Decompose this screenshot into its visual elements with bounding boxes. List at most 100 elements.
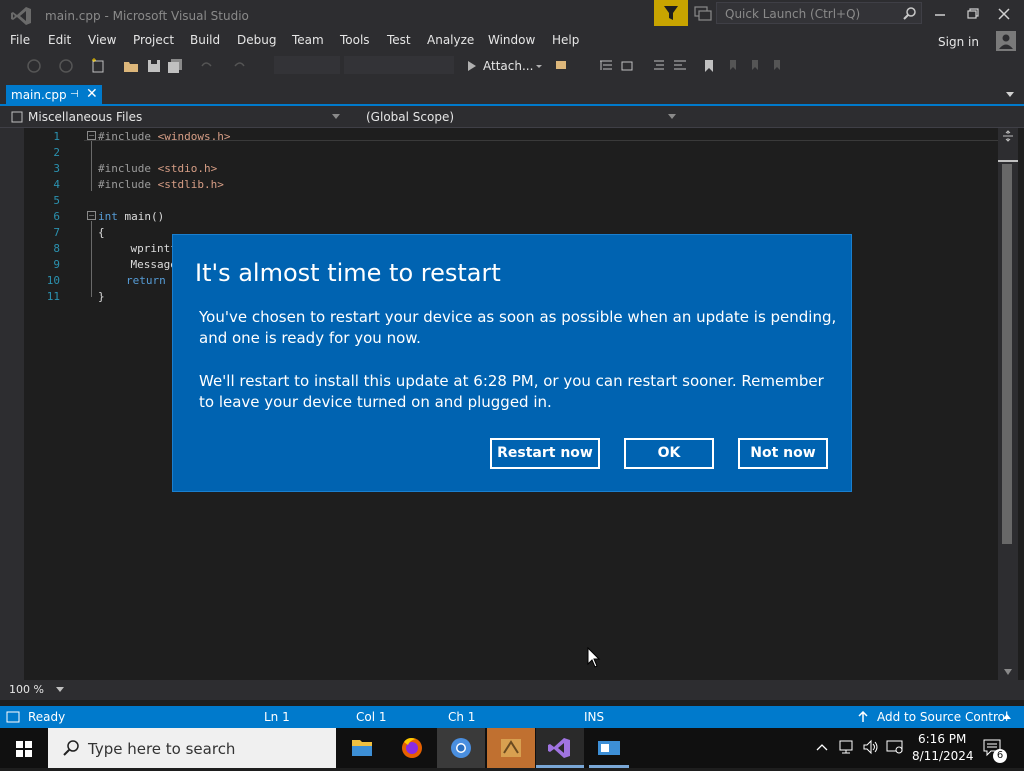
clock-time[interactable]: 6:16 PM <box>918 732 966 746</box>
menu-help[interactable]: Help <box>552 33 579 47</box>
visual-studio-taskbar-icon[interactable] <box>536 728 584 768</box>
browser-link-icon[interactable] <box>554 58 570 74</box>
close-icon[interactable] <box>990 4 1018 24</box>
menu-project[interactable]: Project <box>133 33 174 47</box>
scope-dropdown[interactable]: (Global Scope) <box>358 108 682 126</box>
chevron-up-icon[interactable] <box>816 742 828 752</box>
chevron-down-icon[interactable] <box>1005 90 1015 98</box>
firefox-icon[interactable] <box>388 728 436 768</box>
outdent-icon[interactable] <box>672 58 688 74</box>
line-number: 8 <box>53 242 60 255</box>
attach-button[interactable]: Attach... <box>483 59 533 73</box>
code-token: #include <box>98 178 158 191</box>
back-icon[interactable] <box>26 58 42 74</box>
output-icon[interactable] <box>6 711 20 723</box>
window-app-icon[interactable] <box>585 728 633 768</box>
windows-start-icon[interactable] <box>0 728 48 768</box>
ok-button[interactable]: OK <box>624 438 714 469</box>
undo-icon[interactable] <box>198 58 214 74</box>
window-title: main.cpp - Microsoft Visual Studio <box>45 9 249 23</box>
tab-main-cpp[interactable]: main.cpp ⊣ ✕ <box>6 85 102 106</box>
minimize-icon[interactable] <box>926 4 954 24</box>
redo-icon[interactable] <box>232 58 248 74</box>
quick-launch-placeholder: Quick Launch (Ctrl+Q) <box>725 7 861 21</box>
code-line: #include <stdlib.h> <box>98 178 224 191</box>
notification-badge: 6 <box>993 749 1007 763</box>
forward-icon[interactable] <box>58 58 74 74</box>
not-now-button[interactable]: Not now <box>738 438 828 469</box>
bookmark-icon[interactable] <box>701 58 717 74</box>
menu-bar: File Edit View Project Build Debug Team … <box>0 30 1024 52</box>
menu-team[interactable]: Team <box>292 33 324 47</box>
fold-toggle-icon[interactable]: − <box>87 131 96 140</box>
chevron-down-icon[interactable] <box>531 58 547 74</box>
restart-now-button[interactable]: Restart now <box>490 438 600 469</box>
code-line: #include <windows.h> <box>98 130 230 143</box>
taskbar-search-box[interactable]: Type here to search <box>48 728 336 768</box>
tab-label: main.cpp <box>11 88 67 102</box>
menu-test[interactable]: Test <box>387 33 411 47</box>
add-to-source-control-button[interactable]: Add to Source Control <box>877 710 1008 724</box>
app-icon[interactable] <box>487 728 535 768</box>
save-all-icon[interactable] <box>167 58 183 74</box>
restart-dialog: It's almost time to restart You've chose… <box>172 234 852 492</box>
feedback-icon[interactable] <box>694 6 712 22</box>
volume-icon[interactable] <box>862 739 880 755</box>
restore-icon[interactable] <box>959 4 987 24</box>
display-icon[interactable] <box>886 739 904 755</box>
scroll-down-icon[interactable] <box>1003 668 1013 676</box>
status-bar: Ready Ln 1 Col 1 Ch 1 INS Add to Source … <box>0 706 1024 728</box>
taskbar: Type here to search 6:16 PM 8/11/2024 6 <box>0 728 1024 768</box>
notification-filter-icon[interactable] <box>654 0 688 26</box>
scrollbar-marker <box>998 160 1018 162</box>
network-icon[interactable] <box>838 739 856 755</box>
open-file-icon[interactable] <box>123 58 139 74</box>
chrome-icon[interactable] <box>437 728 485 768</box>
code-token: #include <box>98 130 158 143</box>
clear-bookmarks-icon[interactable] <box>770 58 786 74</box>
scrollbar-thumb[interactable] <box>1002 164 1012 544</box>
zoom-level[interactable]: 100 % <box>9 683 44 696</box>
document-tab-strip: main.cpp ⊣ ✕ <box>0 80 1024 106</box>
pin-icon[interactable]: ⊣ <box>70 89 80 101</box>
solution-config-dropdown[interactable] <box>274 56 340 74</box>
menu-debug[interactable]: Debug <box>237 33 276 47</box>
menu-file[interactable]: File <box>10 33 30 47</box>
solution-explorer-icon[interactable] <box>598 58 614 74</box>
editor-margin <box>0 128 24 680</box>
account-icon[interactable] <box>996 31 1016 51</box>
arrow-up-icon <box>858 711 868 722</box>
start-debug-icon[interactable] <box>464 58 480 74</box>
menu-build[interactable]: Build <box>190 33 220 47</box>
menu-analyze[interactable]: Analyze <box>427 33 474 47</box>
menu-tools[interactable]: Tools <box>340 33 370 47</box>
menu-edit[interactable]: Edit <box>48 33 71 47</box>
line-number: 10 <box>46 274 60 287</box>
next-bookmark-icon[interactable] <box>748 58 764 74</box>
prev-bookmark-icon[interactable] <box>726 58 742 74</box>
comment-icon[interactable] <box>620 58 636 74</box>
chevron-up-icon[interactable] <box>1003 714 1011 720</box>
quick-launch-input[interactable]: Quick Launch (Ctrl+Q) <box>716 2 922 24</box>
save-icon[interactable] <box>146 58 162 74</box>
code-token: return <box>126 274 166 287</box>
split-window-icon[interactable] <box>1001 130 1015 142</box>
status-column: Col 1 <box>356 710 387 724</box>
code-token: int <box>98 210 118 223</box>
tab-close-icon[interactable]: ✕ <box>86 86 98 102</box>
status-line: Ln 1 <box>264 710 290 724</box>
file-explorer-icon[interactable] <box>338 728 386 768</box>
file-icon <box>11 111 23 123</box>
fold-toggle-icon[interactable]: − <box>87 211 96 220</box>
menu-view[interactable]: View <box>88 33 116 47</box>
line-number: 2 <box>53 146 60 159</box>
solution-platform-dropdown[interactable] <box>344 56 454 74</box>
vertical-scrollbar[interactable] <box>998 128 1018 680</box>
clock-date[interactable]: 8/11/2024 <box>912 749 974 763</box>
sign-in-link[interactable]: Sign in <box>938 35 979 49</box>
project-dropdown[interactable]: Miscellaneous Files <box>8 108 344 126</box>
new-project-icon[interactable] <box>90 58 106 74</box>
menu-window[interactable]: Window <box>488 33 535 47</box>
chevron-down-icon[interactable] <box>56 687 64 693</box>
indent-icon[interactable] <box>650 58 666 74</box>
